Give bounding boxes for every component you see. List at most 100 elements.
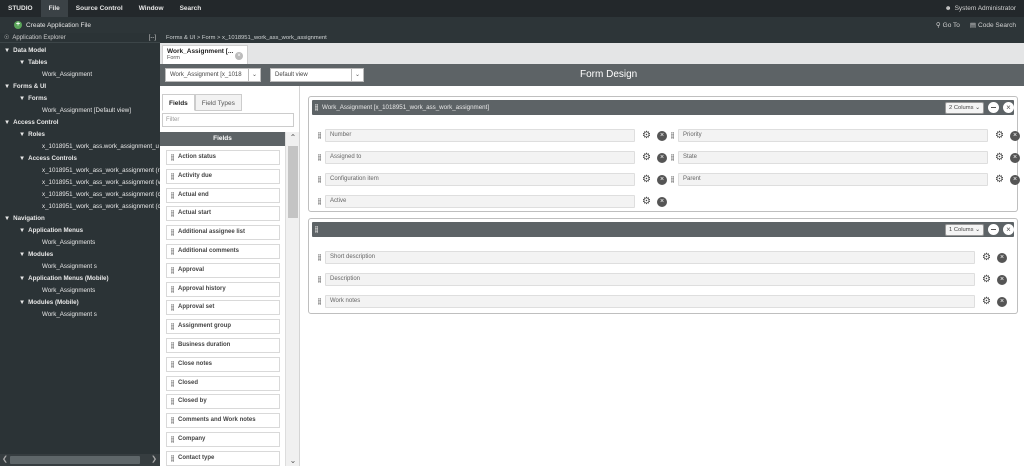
palette-field[interactable]: Approval history — [166, 281, 280, 297]
drag-handle-icon[interactable] — [171, 323, 174, 331]
section-header[interactable]: Work_Assignment [x_1018951_work_ass_work… — [312, 100, 1014, 115]
tree-item[interactable]: Work_Assignment s — [0, 309, 160, 321]
remove-field-icon[interactable]: × — [997, 252, 1007, 263]
remove-field-icon[interactable]: × — [657, 196, 667, 207]
tree-item[interactable]: Work_Assignment s — [0, 261, 160, 273]
drag-handle-icon[interactable] — [171, 154, 174, 161]
tree-item[interactable]: ▼ Data Model — [0, 45, 160, 57]
drag-handle-icon[interactable] — [171, 341, 174, 349]
drag-handle-icon[interactable] — [315, 226, 318, 233]
expand-arrow-icon[interactable]: ▼ — [19, 155, 25, 162]
drag-handle-icon[interactable] — [318, 132, 321, 139]
drag-handle-icon[interactable] — [318, 254, 321, 261]
remove-field-icon[interactable]: × — [657, 174, 667, 185]
palette-field[interactable]: Activity due — [166, 168, 280, 184]
section-header[interactable]: 1 Colums ⌄ — [312, 222, 1014, 237]
drag-handle-icon[interactable] — [171, 229, 174, 237]
form-field-row[interactable]: Short description ⚙ × — [315, 251, 1015, 264]
drag-handle-icon[interactable] — [318, 198, 321, 205]
palette-field[interactable]: Contact type — [166, 450, 280, 466]
form-field[interactable]: Configuration item — [325, 173, 635, 186]
tree-item[interactable]: ▼ Forms — [0, 93, 160, 105]
drag-handle-icon[interactable] — [171, 417, 174, 425]
go-to-button[interactable]: ⚲ Go To — [936, 21, 960, 30]
palette-field[interactable]: Action status — [166, 150, 280, 165]
drag-handle-icon[interactable] — [671, 132, 674, 139]
expand-arrow-icon[interactable]: ▼ — [4, 215, 10, 222]
form-section[interactable]: 1 Colums ⌄Short description⚙×Description… — [308, 218, 1018, 314]
drag-handle-icon[interactable] — [171, 266, 174, 274]
remove-field-icon[interactable]: × — [1010, 152, 1020, 163]
scroll-thumb[interactable] — [288, 146, 298, 218]
drag-handle-icon[interactable] — [315, 104, 318, 111]
tree-item[interactable]: ▼ Modules — [0, 249, 160, 261]
expand-arrow-icon[interactable]: ▼ — [19, 131, 25, 138]
columns-dropdown[interactable]: 1 Colums ⌄ — [945, 223, 984, 236]
drag-handle-icon[interactable] — [318, 276, 321, 283]
tree-item[interactable]: ▼ Access Control — [0, 117, 160, 129]
form-field-row[interactable]: Parent ⚙ × — [668, 173, 1024, 186]
scroll-right-icon[interactable]: ❯ — [151, 454, 157, 466]
palette-field[interactable]: Actual end — [166, 187, 280, 203]
expand-arrow-icon[interactable]: ▼ — [4, 83, 10, 90]
drag-handle-icon[interactable] — [318, 298, 321, 305]
palette-field[interactable]: Close notes — [166, 356, 280, 372]
tab-work-assignment-form[interactable]: Work_Assignment [... Form × — [162, 45, 248, 64]
scroll-left-icon[interactable]: ❮ — [2, 454, 8, 466]
form-field-row[interactable]: Description ⚙ × — [315, 273, 1015, 286]
gear-icon[interactable]: ⚙ — [994, 152, 1005, 163]
remove-field-icon[interactable]: × — [997, 296, 1007, 307]
collapse-section-icon[interactable] — [988, 224, 999, 235]
expand-arrow-icon[interactable]: ▼ — [19, 95, 25, 102]
form-field-row[interactable]: Active ⚙ × — [315, 195, 675, 208]
create-application-file-button[interactable]: + Create Application File — [0, 21, 91, 29]
menu-studio[interactable]: STUDIO — [0, 0, 41, 17]
drag-handle-icon[interactable] — [171, 210, 174, 218]
expand-arrow-icon[interactable]: ▼ — [4, 119, 10, 126]
tree-item[interactable]: x_1018951_work_ass.work_assignment_u — [0, 141, 160, 153]
gear-icon[interactable]: ⚙ — [981, 296, 992, 307]
gear-icon[interactable]: ⚙ — [641, 196, 652, 207]
form-field-row[interactable]: Configuration item ⚙ × — [315, 173, 675, 186]
menu-source-control[interactable]: Source Control — [68, 0, 131, 17]
form-field[interactable]: Active — [325, 195, 635, 208]
drag-handle-icon[interactable] — [171, 172, 174, 180]
tree-item[interactable]: x_1018951_work_ass_work_assignment (r — [0, 165, 160, 177]
tree-item[interactable]: ▼ Roles — [0, 129, 160, 141]
drag-handle-icon[interactable] — [171, 191, 174, 199]
form-field-row[interactable]: Number ⚙ × — [315, 129, 675, 142]
tree-item[interactable]: ▼ Forms & UI — [0, 81, 160, 93]
form-field[interactable]: Parent — [678, 173, 988, 186]
tree-item[interactable]: Work_Assignment [Default view] — [0, 105, 160, 117]
gear-icon[interactable]: ⚙ — [994, 174, 1005, 185]
drag-handle-icon[interactable] — [171, 398, 174, 406]
gear-icon[interactable]: ⚙ — [981, 252, 992, 263]
fields-scrollbar[interactable]: ⌃ ⌄ — [285, 132, 299, 466]
drag-handle-icon[interactable] — [171, 435, 174, 443]
tree-item[interactable]: x_1018951_work_ass_work_assignment (v — [0, 177, 160, 189]
filter-input[interactable]: Filter — [162, 113, 294, 127]
expand-arrow-icon[interactable]: ▼ — [19, 227, 25, 234]
remove-field-icon[interactable]: × — [1010, 174, 1020, 185]
drag-handle-icon[interactable] — [171, 285, 174, 293]
form-field-row[interactable]: State ⚙ × — [668, 151, 1024, 164]
view-select[interactable]: Default view ⌄ — [270, 68, 364, 82]
form-field[interactable]: Description — [325, 273, 975, 286]
drag-handle-icon[interactable] — [171, 379, 174, 387]
tree-item[interactable]: ▼ Application Menus (Mobile) — [0, 273, 160, 285]
gear-icon[interactable]: ⚙ — [981, 274, 992, 285]
drag-handle-icon[interactable] — [171, 304, 174, 312]
tree-item[interactable]: Work_Assignments — [0, 237, 160, 249]
delete-section-icon[interactable] — [1003, 102, 1014, 113]
gear-icon[interactable]: ⚙ — [641, 152, 652, 163]
tree-item[interactable]: Work_Assignment — [0, 69, 160, 81]
palette-field[interactable]: Additional assignee list — [166, 225, 280, 241]
form-field-row[interactable]: Priority ⚙ × — [668, 129, 1024, 142]
tree-item[interactable]: ▼ Access Controls — [0, 153, 160, 165]
chevron-up-icon[interactable]: ⌃ — [286, 133, 299, 142]
expand-arrow-icon[interactable]: ▼ — [19, 275, 25, 282]
form-field-row[interactable]: Work notes ⚙ × — [315, 295, 1015, 308]
code-search-button[interactable]: ▤ Code Search — [970, 21, 1016, 30]
scroll-thumb[interactable] — [10, 456, 140, 464]
drag-handle-icon[interactable] — [671, 176, 674, 183]
